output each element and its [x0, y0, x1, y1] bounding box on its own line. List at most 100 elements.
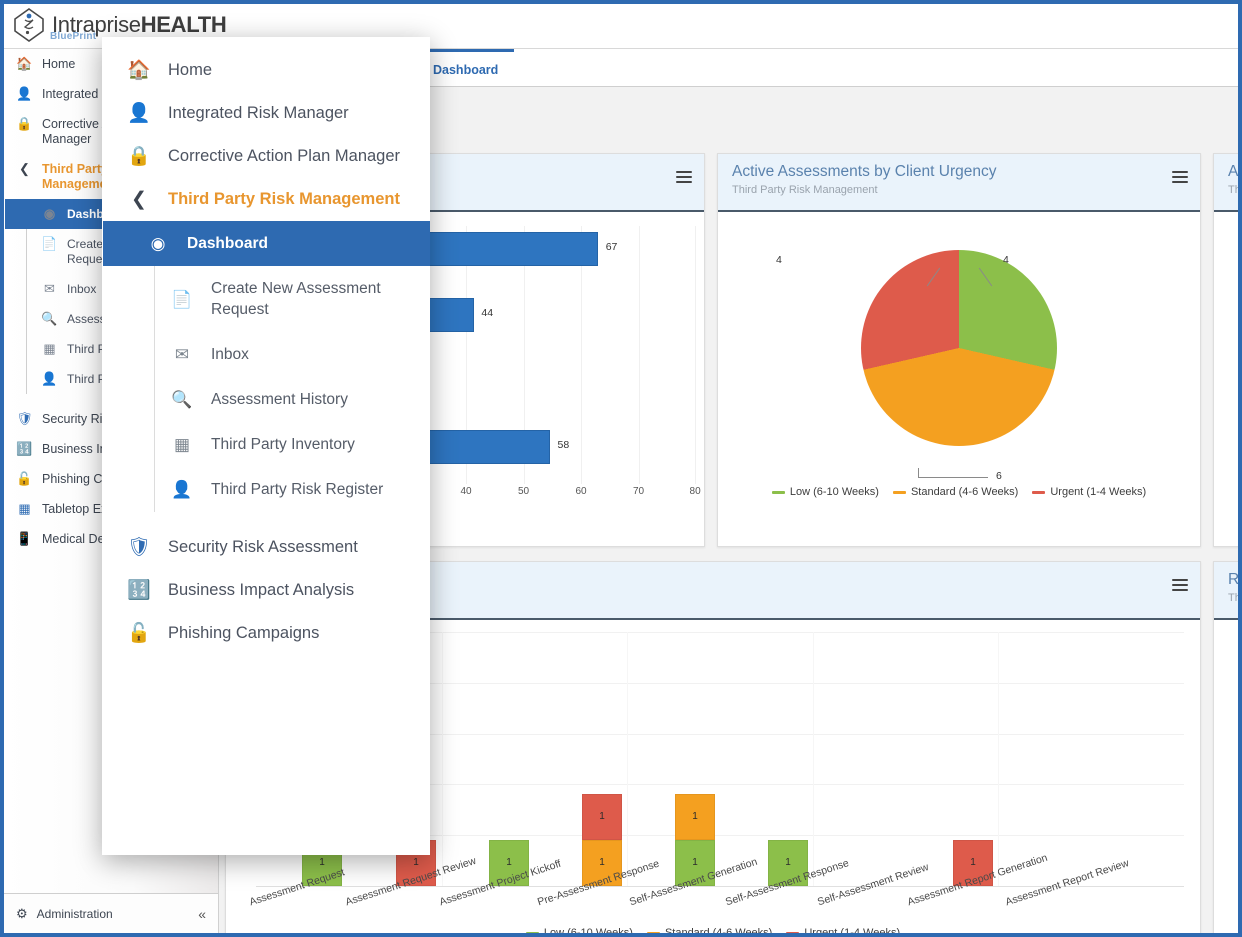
flyout-item-dashboard[interactable]: ◉ Dashboard — [103, 221, 430, 266]
card-subtitle: Third — [1228, 592, 1238, 604]
grid-icon: ▦ — [18, 501, 31, 516]
flyout-item-label: Dashboard — [187, 235, 268, 252]
pie-leader-line — [918, 477, 988, 478]
flyout-item-label: Third Party Risk Register — [211, 481, 384, 498]
administration-bar[interactable]: ⚙ Administration « — [4, 893, 218, 933]
legend-label: Urgent (1-4 Weeks) — [1050, 486, 1147, 498]
search-icon: 🔍 — [41, 311, 58, 326]
pie-leader-tick — [918, 468, 919, 478]
pie-chart[interactable] — [861, 250, 1057, 446]
flyout-item-third-party-risk-register[interactable]: 👤 Third Party Risk Register — [155, 467, 430, 512]
x-tick: 80 — [689, 486, 701, 497]
calculator-icon: 🔢 — [127, 580, 151, 601]
document-icon: 📄 — [171, 289, 193, 309]
flyout-item-integrated-risk-manager[interactable]: 👤 Integrated Risk Manager — [102, 92, 430, 135]
navigation-flyout-menu: 🏠 Home 👤 Integrated Risk Manager 🔒 Corre… — [102, 37, 430, 855]
x-tick: 40 — [460, 486, 472, 497]
card-subtitle: Third Party Risk Management — [732, 184, 878, 196]
flyout-item-corrective-action-plan-manager[interactable]: 🔒 Corrective Action Plan Manager — [102, 135, 430, 178]
card-header: Activ Third — [1214, 154, 1238, 212]
hamburger-icon[interactable] — [1172, 171, 1188, 184]
pie-legend: Low (6-10 Weeks) Standard (4-6 Weeks) Ur… — [718, 486, 1200, 498]
flyout-item-third-party-risk-management[interactable]: ❮ Third Party Risk Management — [102, 178, 430, 221]
flyout-item-label: Business Impact Analysis — [168, 581, 355, 599]
lock-icon: 🔒 — [127, 146, 151, 167]
legend-item[interactable]: Low (6-10 Weeks) — [771, 486, 879, 498]
gauge-icon: ◉ — [43, 206, 56, 221]
legend-item[interactable]: Standard (4-6 Weeks) — [892, 486, 1019, 498]
card-header: Revi Third — [1214, 562, 1238, 620]
flyout-item-label: Inbox — [211, 346, 249, 363]
inventory-icon: ▦ — [173, 435, 191, 454]
segment-value: 1 — [970, 857, 976, 868]
card-title: Active Assessments by Client Urgency — [732, 163, 997, 180]
flyout-item-phishing-campaigns[interactable]: 🔓 Phishing Campaigns — [102, 612, 430, 655]
device-icon: 📱 — [16, 531, 33, 546]
x-tick: 60 — [575, 486, 587, 497]
segment-urgent: 1 — [582, 794, 622, 840]
home-icon: 🏠 — [127, 60, 151, 81]
flyout-item-create-new-assessment-request[interactable]: 📄 Create New Assessment Request — [155, 266, 430, 332]
user-icon: 👤 — [127, 103, 151, 124]
hamburger-icon[interactable] — [1172, 579, 1188, 592]
phishing-icon: 🔓 — [127, 623, 151, 644]
flyout-item-security-risk-assessment[interactable]: 🛡 Security Risk Assessment — [102, 526, 430, 569]
shield-icon: 🛡 — [126, 537, 152, 558]
person-icon: 👤 — [41, 371, 58, 386]
card-right-bottom: Revi Third 1.2 1 0.8 0.6 0.4 0.2 0 — [1213, 561, 1238, 933]
segment-value: 1 — [692, 857, 698, 868]
flyout-item-label: Home — [168, 61, 213, 79]
tab-dashboard[interactable]: Dashboard — [417, 49, 515, 86]
flyout-item-assessment-history[interactable]: 🔍 Assessment History — [155, 377, 430, 422]
collapse-sidebar-button[interactable]: « — [198, 906, 206, 922]
legend-item[interactable]: Urgent (1-4 Weeks) — [786, 927, 900, 933]
bar-value-label: 58 — [557, 439, 570, 451]
lock-icon: 🔒 — [16, 116, 33, 131]
flyout-item-label: Phishing Campaigns — [168, 624, 320, 642]
search-icon: 🔍 — [171, 390, 193, 409]
legend-item[interactable]: Low (6-10 Weeks) — [525, 927, 633, 933]
segment-value: 1 — [413, 857, 419, 868]
gear-icon: ⚙ — [16, 905, 28, 921]
pie-data-label: 6 — [996, 470, 1002, 482]
legend-item[interactable]: Urgent (1-4 Weeks) — [1032, 486, 1146, 498]
flyout-item-label: Third Party Inventory — [211, 436, 355, 453]
flyout-item-inbox[interactable]: ✉ Inbox — [155, 332, 430, 377]
card-header: Active Assessments by Client Urgency Thi… — [718, 154, 1200, 212]
flyout-item-home[interactable]: 🏠 Home — [102, 49, 430, 92]
brand-name-secondary: HEALTH — [140, 12, 227, 37]
legend-label: Standard (4-6 Weeks) — [664, 927, 773, 933]
legend-label: Low (6-10 Weeks) — [789, 486, 879, 498]
card-pie-chart: Active Assessments by Client Urgency Thi… — [717, 153, 1201, 547]
x-tick: 70 — [632, 486, 645, 497]
flyout-item-third-party-inventory[interactable]: ▦ Third Party Inventory — [155, 422, 430, 467]
brand-subtitle: BluePrint — [50, 31, 97, 42]
home-icon: 🏠 — [16, 56, 33, 71]
hamburger-icon[interactable] — [676, 171, 692, 184]
legend-label: Standard (4-6 Weeks) — [910, 486, 1019, 498]
segment-value: 1 — [506, 857, 512, 868]
card-right-top: Activ Third — [1213, 153, 1238, 547]
flyout-item-business-impact-analysis[interactable]: 🔢 Business Impact Analysis — [102, 569, 430, 612]
application-window: IntrapriseHEALTH BluePrint 🏠 Home 👤 Inte… — [0, 0, 1242, 937]
segment-standard: 1 — [675, 794, 715, 840]
inbox-icon: ✉ — [174, 345, 190, 364]
share-icon: ❮ — [19, 161, 30, 176]
card-subtitle: Third — [1228, 184, 1238, 196]
bar-value-label: 67 — [605, 241, 618, 253]
pie-data-label: 4 — [1003, 254, 1009, 266]
sidebar-item-label: Home — [42, 57, 76, 71]
administration-label: Administration — [36, 906, 113, 921]
document-icon: 📄 — [41, 236, 58, 251]
flyout-submenu: ◉ Dashboard 📄 Create New Assessment Requ… — [103, 221, 430, 512]
intraprise-logo-icon — [12, 7, 46, 43]
card-body: 4 4 6 Low (6-10 Weeks) Standard (4-6 Wee… — [718, 212, 1200, 512]
legend-item[interactable]: Standard (4-6 Weeks) — [646, 927, 773, 933]
segment-value: 1 — [785, 857, 791, 868]
legend-swatch-urgent — [1032, 490, 1046, 494]
segment-value: 1 — [692, 811, 698, 822]
card-title: Activ — [1228, 163, 1238, 180]
share-icon: ❮ — [131, 189, 147, 210]
flyout-item-label: Third Party Risk Management — [168, 190, 400, 208]
segment-value: 1 — [319, 857, 325, 868]
